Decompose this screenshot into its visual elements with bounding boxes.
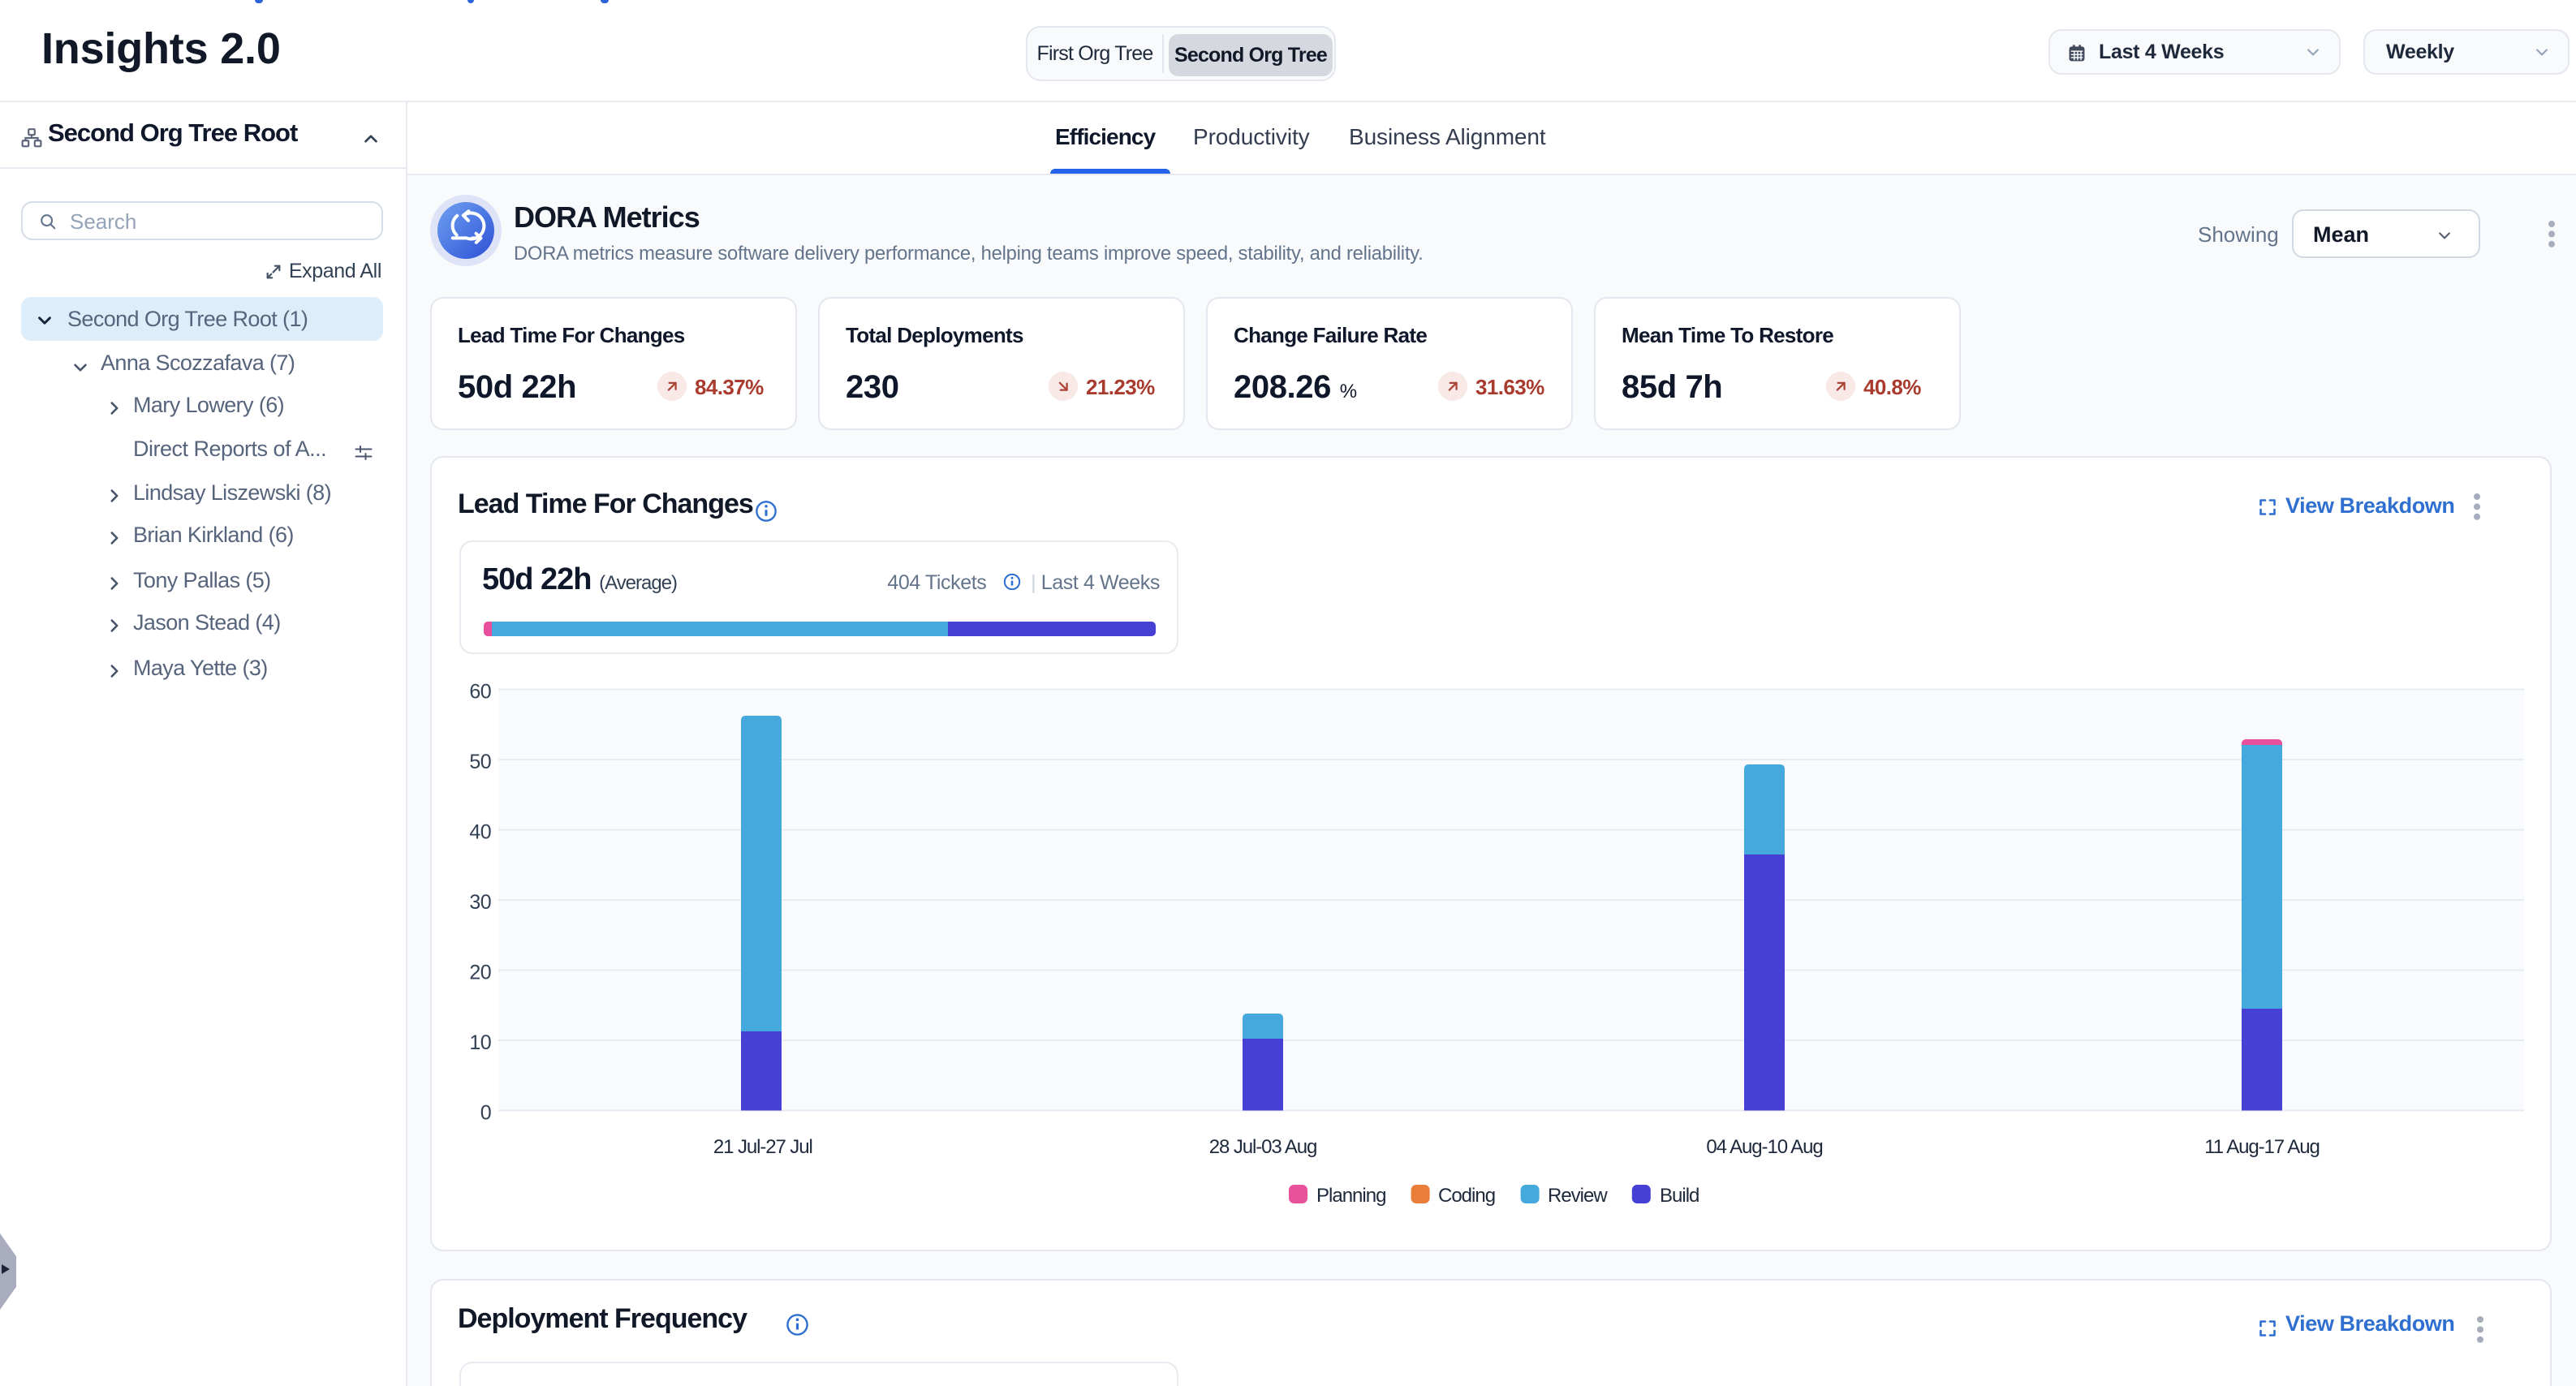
svg-text:60: 60	[469, 680, 491, 703]
svg-text:11 Aug-17 Aug: 11 Aug-17 Aug	[2204, 1135, 2319, 1157]
svg-text:30: 30	[469, 890, 491, 913]
svg-text:04 Aug-10 Aug: 04 Aug-10 Aug	[1706, 1135, 1822, 1157]
svg-text:40: 40	[469, 820, 491, 843]
svg-text:Review: Review	[1548, 1184, 1608, 1206]
svg-text:Planning: Planning	[1316, 1184, 1385, 1206]
svg-text:0: 0	[480, 1101, 491, 1124]
svg-text:50: 50	[469, 750, 491, 773]
svg-text:20: 20	[469, 961, 491, 984]
svg-text:21 Jul-27 Jul: 21 Jul-27 Jul	[713, 1135, 812, 1157]
svg-text:Build: Build	[1660, 1184, 1699, 1206]
svg-text:28 Jul-03 Aug: 28 Jul-03 Aug	[1209, 1135, 1316, 1157]
svg-text:10: 10	[469, 1031, 491, 1053]
svg-text:Coding: Coding	[1438, 1184, 1495, 1206]
